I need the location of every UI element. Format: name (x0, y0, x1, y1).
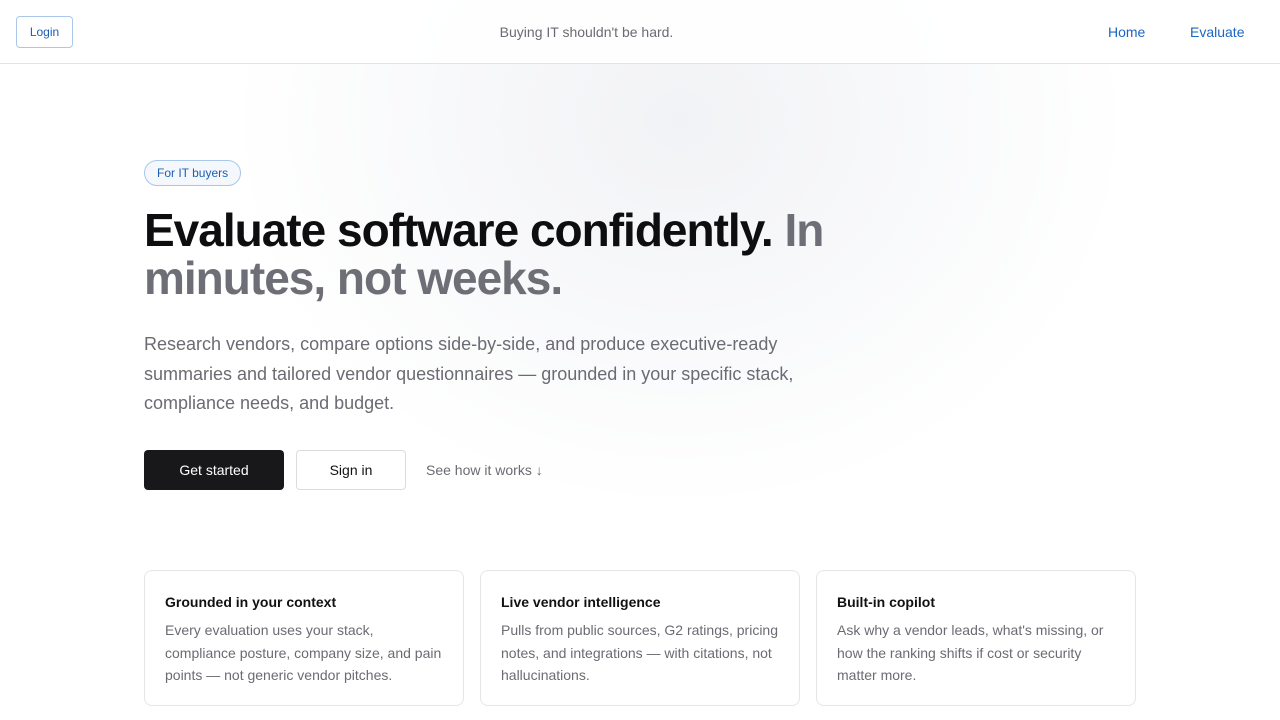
top-navbar: Login Buying IT shouldn't be hard. Home … (0, 0, 1280, 64)
sign-in-button[interactable]: Sign in (296, 450, 406, 490)
hero-title-main: Evaluate software confidently. (144, 204, 774, 256)
feature-card-title: Live vendor intelligence (501, 594, 661, 610)
feature-card-body: Every evaluation uses your stack, compli… (165, 622, 442, 683)
feature-card-intelligence: Live vendor intelligence Pulls from publ… (480, 570, 800, 706)
feature-card-copilot: Built-in copilot Ask why a vendor leads,… (816, 570, 1136, 706)
audience-badge: For IT buyers (144, 160, 242, 186)
feature-card-body: Ask why a vendor leads, what's missing, … (837, 622, 1104, 683)
feature-card-context: Grounded in your context Every evaluatio… (144, 570, 464, 706)
feature-card-title: Grounded in your context (165, 594, 337, 610)
hero-description: Research vendors, compare options side-b… (144, 334, 794, 413)
hero-title: Evaluate software confidently. In minute… (144, 206, 904, 302)
nav-link-home[interactable]: Home (1108, 0, 1145, 64)
header-tagline: Buying IT shouldn't be hard. (499, 24, 674, 40)
see-how-it-works-link[interactable]: See how it works ↓ (426, 450, 543, 490)
feature-card-title: Built-in copilot (837, 594, 935, 610)
nav-link-evaluate[interactable]: Evaluate (1190, 0, 1244, 64)
get-started-button[interactable]: Get started (144, 450, 284, 490)
feature-card-body: Pulls from public sources, G2 ratings, p… (501, 622, 778, 683)
